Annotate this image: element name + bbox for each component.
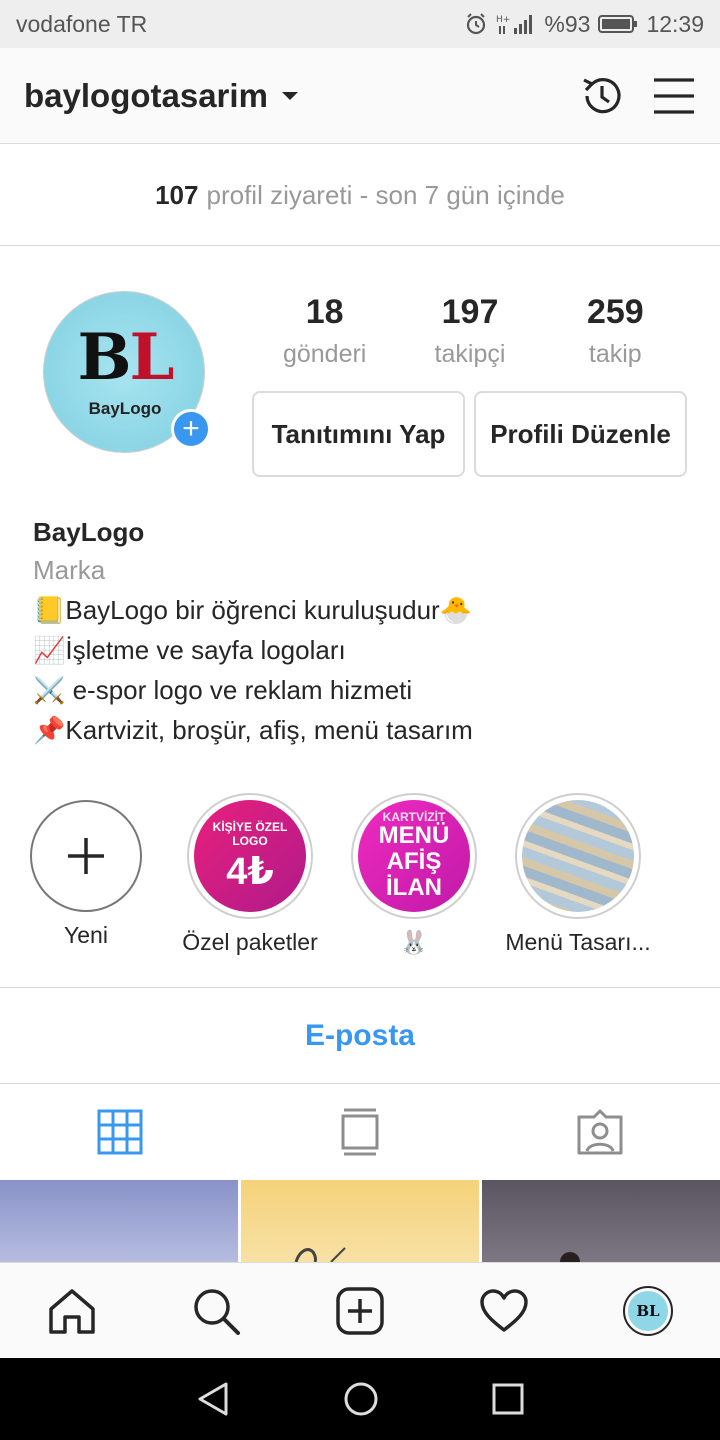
bio-name: BayLogo bbox=[33, 517, 145, 547]
story-highlights: Yeni KİŞİYE ÖZEL LOGO 4₺ Özel paketler K… bbox=[0, 793, 720, 963]
highlight-menu-tasarim[interactable]: Menü Tasarı... bbox=[503, 793, 653, 956]
stat-followers[interactable]: 197 takipçi bbox=[397, 293, 542, 369]
avatar-letters: BL bbox=[628, 1290, 668, 1331]
visits-text: profil ziyareti - son 7 gün içinde bbox=[206, 179, 565, 210]
post-grid bbox=[0, 1180, 720, 1262]
battery-percent: %93 bbox=[544, 10, 591, 37]
carrier-label: vodafone TR bbox=[16, 10, 148, 37]
status-indicators: H+ %93 12:39 bbox=[464, 11, 704, 38]
signal-icon: H+ bbox=[496, 15, 533, 34]
history-icon[interactable] bbox=[578, 72, 626, 120]
tab-grid[interactable] bbox=[0, 1084, 240, 1180]
home-icon[interactable] bbox=[47, 1287, 97, 1335]
avatar[interactable]: BL BayLogo + bbox=[43, 291, 211, 453]
cover-text: MENÜ bbox=[378, 822, 450, 849]
new-post-icon[interactable] bbox=[335, 1286, 385, 1336]
tagged-icon bbox=[577, 1109, 623, 1155]
post-thumbnail[interactable] bbox=[482, 1180, 720, 1262]
stat-value: 18 bbox=[305, 293, 344, 331]
stat-value: 259 bbox=[586, 293, 644, 331]
cover-text: KİŞİYE ÖZEL LOGO bbox=[212, 820, 288, 848]
cover-price: 4₺ bbox=[226, 851, 274, 893]
tab-feed[interactable] bbox=[240, 1084, 480, 1180]
status-bar: vodafone TR H+ %93 12:39 bbox=[0, 0, 720, 48]
bio-line: 📈İşletme ve sayfa logoları bbox=[33, 635, 346, 665]
bio-line: 📒BayLogo bir öğrenci kuruluşudur🐣 bbox=[33, 595, 473, 625]
back-icon[interactable] bbox=[196, 1381, 230, 1417]
bio-category: Marka bbox=[33, 555, 106, 585]
stat-label: takipçi bbox=[434, 340, 506, 368]
menu-icon[interactable] bbox=[652, 76, 696, 116]
stat-label: gönderi bbox=[282, 340, 367, 368]
promote-button[interactable]: Tanıtımını Yap bbox=[252, 391, 465, 477]
new-highlight-circle bbox=[30, 800, 142, 912]
account-switcher[interactable]: baylogotasarim bbox=[24, 77, 268, 115]
alarm-icon bbox=[467, 13, 486, 35]
feed-icon bbox=[341, 1108, 379, 1156]
highlight-label: Özel paketler bbox=[182, 929, 318, 955]
stat-label: takip bbox=[588, 340, 642, 368]
bottom-navigation: BL bbox=[0, 1262, 720, 1358]
highlight-ring bbox=[515, 793, 641, 919]
search-icon[interactable] bbox=[191, 1286, 241, 1336]
chevron-down-icon[interactable] bbox=[281, 91, 298, 100]
add-story-icon[interactable]: + bbox=[171, 409, 211, 449]
cover-text: AFİŞ bbox=[386, 848, 442, 875]
bio-line: ⚔️ e-spor logo ve reklam hizmeti bbox=[33, 675, 413, 705]
bio: BayLogo Marka 📒BayLogo bir öğrenci kurul… bbox=[33, 514, 693, 750]
battery-icon bbox=[598, 15, 638, 33]
highlight-label: Menü Tasarı... bbox=[505, 929, 651, 955]
post-art bbox=[294, 1247, 346, 1262]
profile-header-bar: baylogotasarim bbox=[0, 48, 720, 144]
profile-visits-banner[interactable]: 107 profil ziyareti - son 7 gün içinde bbox=[0, 145, 720, 246]
home-button-icon[interactable] bbox=[343, 1381, 379, 1417]
plus-icon bbox=[68, 838, 104, 874]
profile-stats: 18 gönderi 197 takipçi 259 takip bbox=[252, 293, 688, 369]
highlight-new[interactable]: Yeni bbox=[11, 793, 161, 949]
stat-following[interactable]: 259 takip bbox=[543, 293, 688, 369]
post-art bbox=[560, 1252, 580, 1262]
email-button[interactable]: E-posta bbox=[0, 987, 720, 1084]
stat-posts[interactable]: 18 gönderi bbox=[252, 293, 397, 369]
highlight-bunny[interactable]: KARTVİZİT MENÜ AFİŞ İLAN 🐰 bbox=[339, 793, 489, 956]
edit-profile-button[interactable]: Profili Düzenle bbox=[474, 391, 687, 477]
grid-icon bbox=[97, 1109, 143, 1155]
post-thumbnail[interactable] bbox=[0, 1180, 238, 1262]
cover-text: İLAN bbox=[386, 874, 442, 901]
system-navigation-bar bbox=[0, 1358, 720, 1440]
profile-tabs bbox=[0, 1084, 720, 1180]
stat-value: 197 bbox=[441, 293, 499, 331]
highlight-label: 🐰 bbox=[399, 929, 429, 955]
recents-icon[interactable] bbox=[492, 1383, 524, 1415]
highlight-cover-photo bbox=[522, 800, 634, 912]
avatar-logo: BL bbox=[77, 320, 174, 395]
bio-line: 📌Kartvizit, broşür, afiş, menü tasarım bbox=[33, 715, 473, 745]
highlight-ozel-paketler[interactable]: KİŞİYE ÖZEL LOGO 4₺ Özel paketler bbox=[175, 793, 325, 956]
highlight-ring: KARTVİZİT MENÜ AFİŞ İLAN bbox=[351, 793, 477, 919]
post-thumbnail[interactable] bbox=[241, 1180, 479, 1262]
highlight-label: Yeni bbox=[64, 922, 108, 948]
activity-icon[interactable] bbox=[479, 1288, 529, 1334]
cover-text: KARTVİZİT bbox=[382, 810, 446, 824]
svg-text:H+: H+ bbox=[496, 15, 510, 25]
visits-count: 107 bbox=[155, 179, 199, 210]
highlight-cover: KARTVİZİT MENÜ AFİŞ İLAN bbox=[358, 800, 470, 912]
highlight-ring: KİŞİYE ÖZEL LOGO 4₺ bbox=[187, 793, 313, 919]
highlight-cover: KİŞİYE ÖZEL LOGO 4₺ bbox=[194, 800, 306, 912]
clock: 12:39 bbox=[646, 10, 704, 37]
profile-tab-avatar[interactable]: BL bbox=[623, 1285, 673, 1336]
tab-tagged[interactable] bbox=[480, 1084, 720, 1180]
